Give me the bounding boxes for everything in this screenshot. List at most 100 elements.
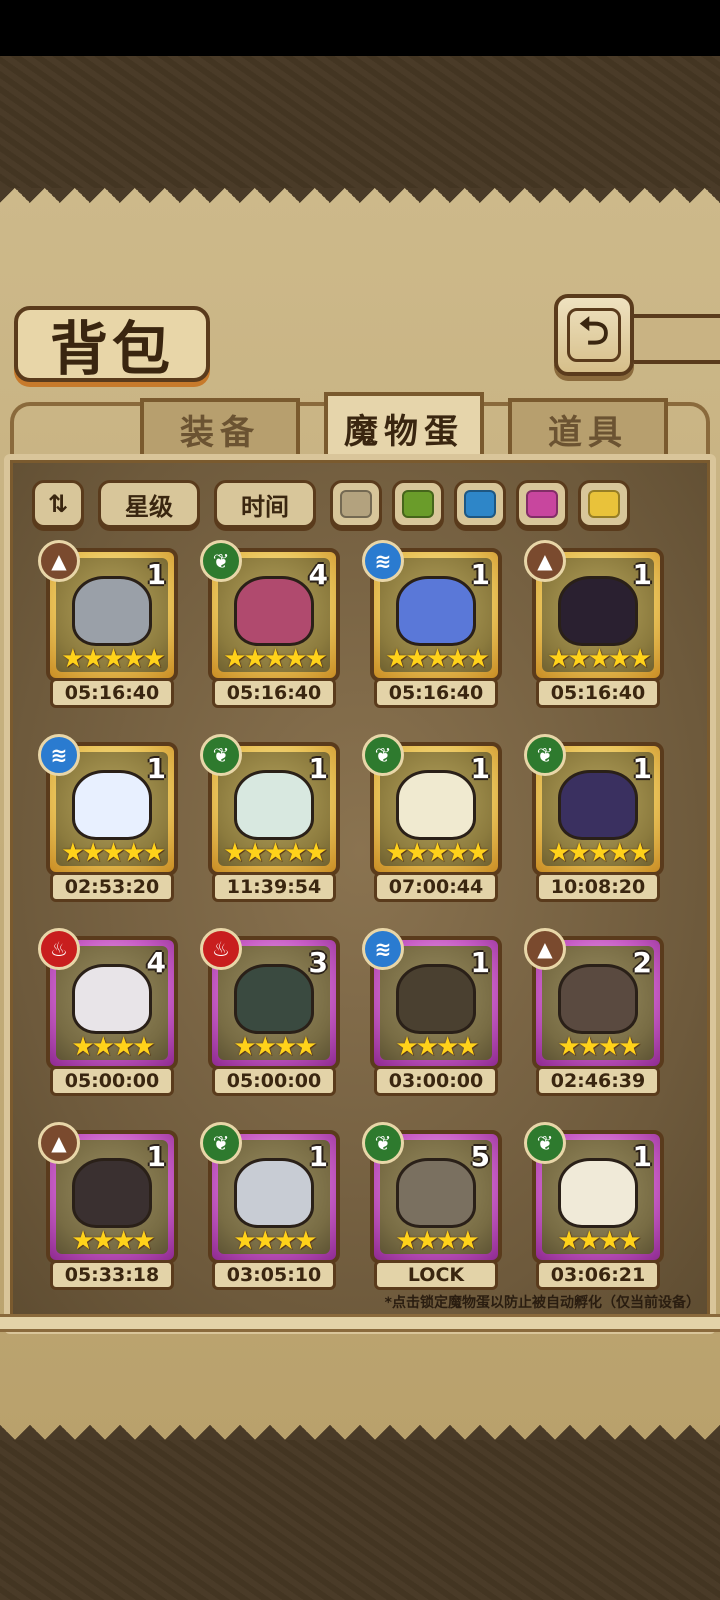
star-rating: ★★★★ (395, 1032, 479, 1062)
filter-color-gold[interactable] (578, 480, 630, 528)
leaf-element-icon: ❦ (200, 734, 242, 776)
page-title: 背包 (49, 315, 174, 383)
hatch-timer[interactable]: 11:39:54 (212, 872, 336, 902)
star-rating: ★★★★ (71, 1032, 155, 1062)
tab-equipment-label: 装备 (180, 412, 260, 453)
water-element-icon: ≋ (38, 734, 80, 776)
kunai-egg-icon (396, 1158, 476, 1228)
timer-text: 05:16:40 (64, 682, 160, 704)
leaf-element-icon: ❦ (362, 734, 404, 776)
egg-count: 1 (470, 752, 490, 785)
egg-count: 1 (146, 752, 166, 785)
star-rating: ★★★★★ (61, 644, 166, 674)
map-background-bottom (0, 1440, 720, 1600)
hatch-timer[interactable]: 02:53:20 (50, 872, 174, 902)
star-rating: ★★★★★ (547, 644, 652, 674)
sort-toggle-icon: ⇅ (47, 490, 69, 518)
owl-egg-icon (558, 1158, 638, 1228)
hatch-timer[interactable]: 03:06:21 (536, 1260, 660, 1290)
egg-count: 1 (470, 946, 490, 979)
back-arrow-icon: ⮌ (567, 308, 621, 362)
hatch-timer[interactable]: 10:08:20 (536, 872, 660, 902)
katana-egg-icon (234, 576, 314, 646)
star-rating: ★★★★ (233, 1226, 317, 1256)
timer-text: 05:16:40 (226, 682, 322, 704)
hatch-timer[interactable]: 05:00:00 (50, 1066, 174, 1096)
bulb-egg-icon (396, 770, 476, 840)
star-rating: ★★★★ (557, 1032, 641, 1062)
hatch-timer[interactable]: 05:00:00 (212, 1066, 336, 1096)
scarf-egg-icon (396, 964, 476, 1034)
page-title-plate: 背包 (14, 306, 210, 383)
bow-egg-icon (72, 1158, 152, 1228)
filter-color-gray[interactable] (330, 480, 382, 528)
crystal-egg-icon (558, 770, 638, 840)
torn-edge-top (0, 188, 720, 218)
sort-by-time-button[interactable]: 时间 (214, 480, 316, 528)
hatch-timer[interactable]: 03:05:10 (212, 1260, 336, 1290)
back-button[interactable]: ⮌ (554, 294, 634, 376)
gray-swatch (340, 490, 372, 518)
egg-count: 4 (146, 946, 166, 979)
timer-text: 05:16:40 (550, 682, 646, 704)
hatch-timer[interactable]: 03:00:00 (374, 1066, 498, 1096)
heart-egg-icon (72, 770, 152, 840)
star-rating: ★★★★★ (223, 838, 328, 868)
leaf-element-icon: ❦ (524, 1122, 566, 1164)
gold-swatch (588, 490, 620, 518)
filter-color-green[interactable] (392, 480, 444, 528)
timer-text: 03:05:10 (226, 1264, 322, 1286)
lock-hint-text: *点击锁定魔物蛋以防止被自动孵化（仅当前设备） (384, 1295, 700, 1311)
flower-egg-icon (234, 770, 314, 840)
hatch-timer[interactable]: 05:16:40 (50, 678, 174, 708)
hatch-timer[interactable]: 02:46:39 (536, 1066, 660, 1096)
timer-text: 10:08:20 (550, 876, 646, 898)
leaf-element-icon: ❦ (362, 1122, 404, 1164)
leaf-element-icon: ❦ (200, 1122, 242, 1164)
star-rating: ★★★★★ (385, 644, 490, 674)
timer-text: 11:39:54 (226, 876, 322, 898)
earth-element-icon: ▲ (524, 540, 566, 582)
panel-bottom-rail (0, 1314, 720, 1332)
green-box-egg-icon (234, 964, 314, 1034)
timer-text: 07:00:44 (388, 876, 484, 898)
timer-text: 05:00:00 (226, 1070, 322, 1092)
leaf-element-icon: ❦ (200, 540, 242, 582)
tab-monster-eggs-label: 魔物蛋 (344, 411, 464, 452)
cube-egg-icon (72, 576, 152, 646)
timer-text: 02:46:39 (550, 1070, 646, 1092)
egg-count: 4 (308, 558, 328, 591)
hatch-timer[interactable]: 05:33:18 (50, 1260, 174, 1290)
sort-by-time-label: 时间 (241, 492, 289, 521)
timer-text: 05:33:18 (64, 1264, 160, 1286)
fire-element-icon: ♨ (200, 928, 242, 970)
earth-element-icon: ▲ (524, 928, 566, 970)
timer-text: 03:00:00 (388, 1070, 484, 1092)
sort-by-star-button[interactable]: 星级 (98, 480, 200, 528)
egg-count: 1 (146, 558, 166, 591)
hatch-timer[interactable]: 07:00:44 (374, 872, 498, 902)
status-bar (0, 0, 720, 56)
filter-color-blue[interactable] (454, 480, 506, 528)
ice-blade-egg-icon (396, 576, 476, 646)
tab-equipment[interactable]: 装备 (140, 398, 300, 460)
hatch-timer[interactable]: 05:16:40 (374, 678, 498, 708)
blue-swatch (464, 490, 496, 518)
filter-color-purple[interactable] (516, 480, 568, 528)
hatch-timer[interactable]: 05:16:40 (212, 678, 336, 708)
egg-count: 1 (632, 558, 652, 591)
egg-count: 1 (470, 558, 490, 591)
star-rating: ★★★★ (395, 1226, 479, 1256)
green-swatch (402, 490, 434, 518)
sort-order-button[interactable]: ⇅ (32, 480, 84, 528)
hatch-timer[interactable]: 05:16:40 (536, 678, 660, 708)
egg-count: 1 (632, 1140, 652, 1173)
map-background-top (0, 56, 720, 188)
sort-by-star-label: 星级 (125, 492, 173, 521)
star-rating: ★★★★★ (223, 644, 328, 674)
egg-count: 1 (146, 1140, 166, 1173)
lock-label[interactable]: LOCK (374, 1260, 498, 1290)
egg-count: 3 (308, 946, 328, 979)
fire-element-icon: ♨ (38, 928, 80, 970)
tab-items[interactable]: 道具 (508, 398, 668, 460)
